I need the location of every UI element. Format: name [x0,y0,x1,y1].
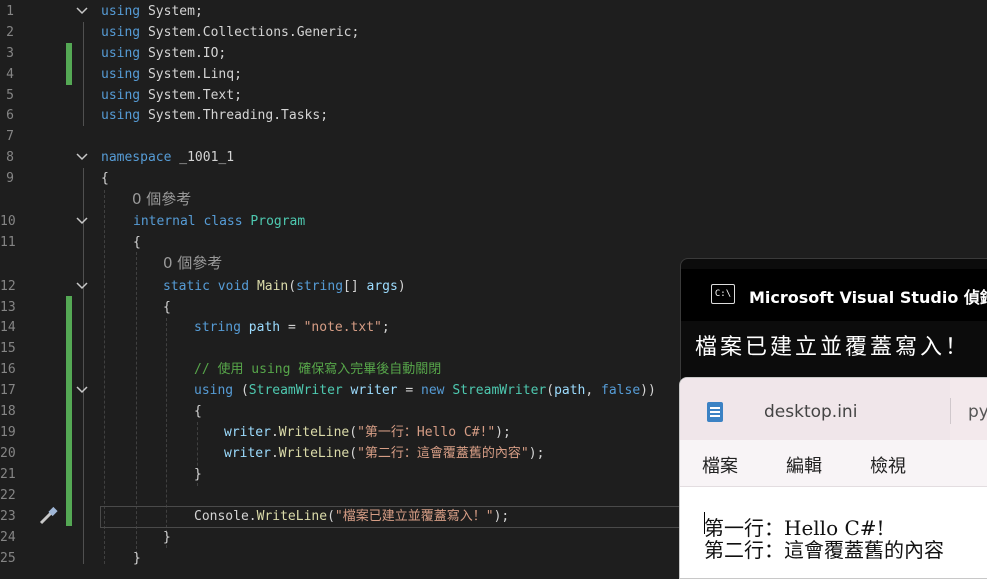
notepad-window[interactable]: desktop.ini py 檔案 編輯 檢視 第一行：Hello C#! 第二… [679,377,987,579]
code-line[interactable]: // 使用 using 確保寫入完畢後自動關閉 [194,359,441,380]
menu-view[interactable]: 檢視 [870,452,906,478]
code-line[interactable]: } [133,548,141,569]
notepad-text-line[interactable]: 第二行：這會覆蓋舊的內容 [704,534,944,563]
code-line[interactable]: using System.IO; [101,43,226,64]
text-cursor [704,512,705,534]
code-line[interactable]: using System.Text; [101,85,242,106]
code-line[interactable]: writer.WriteLine("第二行：這會覆蓋舊的內容"); [224,443,544,464]
console-title: Microsoft Visual Studio 偵錯主 [749,288,987,307]
debug-console-window[interactable]: C:\ Microsoft Visual Studio 偵錯主 檔案已建立並覆蓋… [680,258,987,390]
code-line[interactable]: using System.Collections.Generic; [101,22,359,43]
notepad-tab-2-label[interactable]: py [968,402,987,422]
code-line[interactable]: static void Main(string[] args) [163,276,406,297]
code-line[interactable]: } [194,464,202,485]
code-line[interactable]: string path = "note.txt"; [194,317,390,338]
code-line[interactable]: { [194,401,202,422]
code-line[interactable]: writer.WriteLine("第一行：Hello C#!"); [224,422,511,443]
code-line[interactable]: internal class Program [133,211,305,232]
code-line[interactable]: using System; [101,1,203,22]
line-number: 15 [0,341,16,356]
code-line[interactable]: namespace _1001_1 [101,147,234,168]
references-codelens[interactable]: 0 個參考 [132,188,191,209]
notepad-menubar: 檔案 編輯 檢視 [680,440,987,487]
code-line[interactable]: { [133,232,141,253]
notepad-tab-label: desktop.ini [764,402,858,422]
console-output-text: 檔案已建立並覆蓋寫入！ [695,335,971,360]
console-app-icon: C:\ [711,284,735,304]
code-line[interactable]: using System.Threading.Tasks; [101,105,328,126]
notepad-file-icon [707,402,723,422]
menu-edit[interactable]: 編輯 [786,452,822,478]
line-number: 22 [0,488,16,503]
code-line[interactable]: using (StreamWriter writer = new StreamW… [194,380,656,401]
tab-separator [950,398,951,424]
references-codelens[interactable]: 0 個參考 [163,252,222,273]
code-line[interactable]: } [163,527,171,548]
line-number: 7 [6,129,14,144]
code-line[interactable]: Console.WriteLine("檔案已建立並覆蓋寫入！"); [194,506,509,527]
code-line[interactable]: { [163,297,171,318]
menu-file[interactable]: 檔案 [702,452,738,478]
code-line[interactable]: using System.Linq; [101,64,242,85]
code-line[interactable]: { [101,168,109,189]
